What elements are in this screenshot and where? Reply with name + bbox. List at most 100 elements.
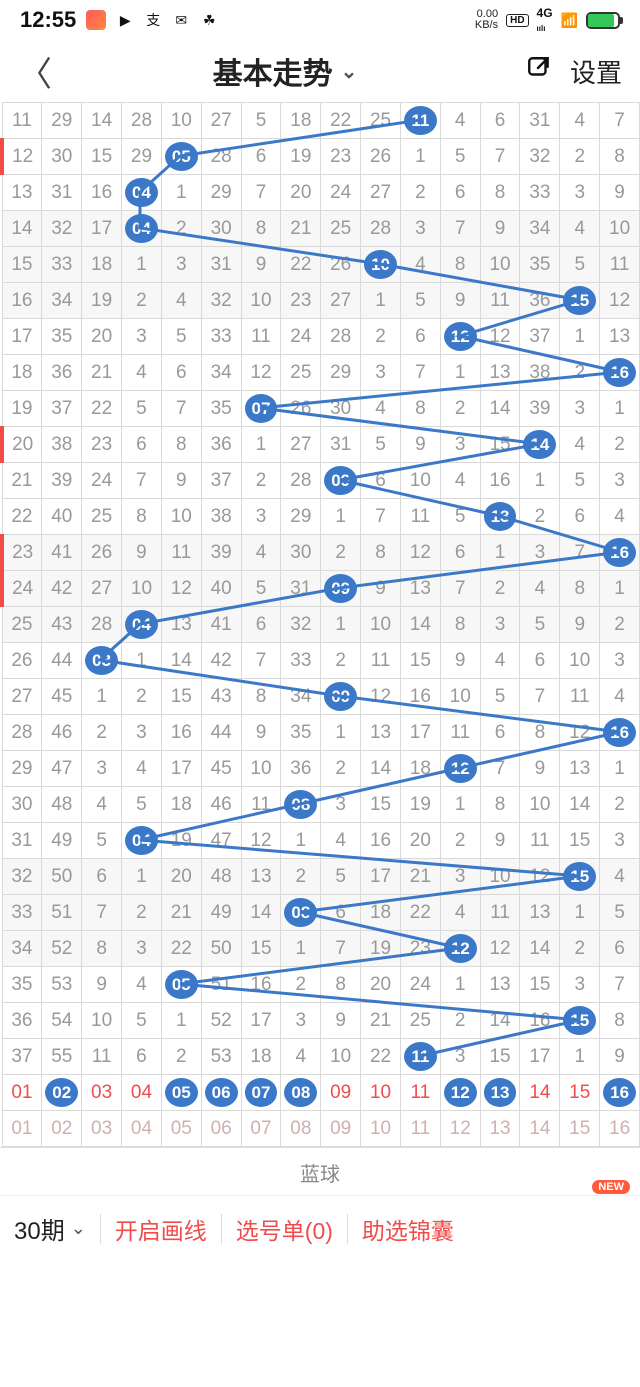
trend-cell: 12 — [161, 571, 201, 607]
trend-cell: 14 — [520, 931, 560, 967]
pick-list-button[interactable]: 选号单(0) — [236, 1212, 333, 1246]
trend-cell: 3 — [361, 355, 401, 391]
period-selector[interactable]: 30期 ⌄ — [14, 1211, 86, 1246]
trend-cell: 36 — [42, 355, 82, 391]
trend-cell: 6 — [361, 463, 401, 499]
trend-cell: 27 — [321, 283, 361, 319]
trend-cell: 14 — [161, 643, 201, 679]
page-title[interactable]: 基本走势 — [213, 49, 333, 93]
trend-cell: 16 — [520, 1003, 560, 1039]
table-row: 32506120481325172131012154 — [2, 859, 640, 895]
trend-cell: 10 — [161, 499, 201, 535]
blue-ball: 13 — [484, 1078, 517, 1107]
trend-cell: 2 — [321, 751, 361, 787]
chevron-down-icon[interactable]: ⌄ — [341, 59, 358, 84]
back-button[interactable]: 〈 — [18, 47, 52, 96]
trend-cell: 19 — [161, 823, 201, 859]
assist-button[interactable]: 助选锦囊 — [362, 1212, 454, 1246]
trend-cell: 27 — [82, 571, 122, 607]
table-row: 28462316449351131711681216 — [2, 715, 640, 751]
trend-cell: 10 — [520, 787, 560, 823]
summary-cell: 06 — [201, 1111, 241, 1147]
trend-cell: 4 — [560, 427, 600, 463]
trend-cell: 25 — [321, 211, 361, 247]
trend-cell: 2 — [122, 679, 162, 715]
trend-cell: 24 — [400, 967, 440, 1003]
trend-cell: 19 — [2, 391, 42, 427]
trend-cell: 2 — [560, 355, 600, 391]
trend-cell: 1 — [400, 139, 440, 175]
blue-ball: 16 — [603, 718, 636, 747]
summary-cell: 11 — [400, 1111, 440, 1147]
share-button[interactable] — [518, 55, 560, 88]
trend-cell: 1 — [440, 355, 480, 391]
trend-cell: 41 — [42, 535, 82, 571]
trend-cell: 2 — [361, 319, 401, 355]
trend-cell: 26 — [321, 247, 361, 283]
trend-cell: 9 — [122, 535, 162, 571]
trend-cell: 15 — [560, 283, 600, 319]
trend-cell: 47 — [201, 823, 241, 859]
trend-cell: 16 — [480, 463, 520, 499]
trend-cell: 53 — [201, 1039, 241, 1075]
table-row: 2442271012405310991372481 — [2, 571, 640, 607]
trend-cell: 31 — [2, 823, 42, 859]
blue-ball: 15 — [563, 862, 596, 891]
toggle-lines-button[interactable]: 开启画线 — [115, 1212, 207, 1246]
trend-cell: 19 — [281, 139, 321, 175]
summary-cell: 14 — [520, 1111, 560, 1147]
trend-cell: 8 — [600, 1003, 640, 1039]
summary-cell: 16 — [600, 1111, 640, 1147]
trend-cell: 16 — [600, 535, 640, 571]
trend-cell: 7 — [400, 355, 440, 391]
trend-cell: 1 — [82, 679, 122, 715]
table-row: 37551162531841022113151719 — [2, 1039, 640, 1075]
alipay-icon: 支 — [144, 11, 162, 29]
trend-cell: 24 — [2, 571, 42, 607]
trend-cell: 53 — [42, 967, 82, 1003]
trend-cell: 7 — [600, 103, 640, 139]
trend-cell: 3 — [161, 247, 201, 283]
trend-cell: 6 — [122, 1039, 162, 1075]
trend-cell: 5 — [600, 895, 640, 931]
trend-cell: 11 — [361, 643, 401, 679]
table-row: 163419243210232715911361512 — [2, 283, 640, 319]
trend-cell: 3 — [82, 751, 122, 787]
trend-cell: 24 — [82, 463, 122, 499]
trend-cell: 36 — [2, 1003, 42, 1039]
trend-cell: 2 — [600, 787, 640, 823]
trend-cell: 7 — [440, 211, 480, 247]
trend-cell: 12 — [2, 139, 42, 175]
trend-cell: 39 — [201, 535, 241, 571]
blue-ball: 08 — [284, 1078, 317, 1107]
trend-cell: 8 — [122, 499, 162, 535]
trend-cell: 15 — [560, 823, 600, 859]
summary-cell: 13 — [480, 1111, 520, 1147]
blue-ball: 16 — [603, 1078, 636, 1107]
trend-cell: 55 — [42, 1039, 82, 1075]
summary-cell: 09 — [321, 1111, 361, 1147]
trend-cell: 16 — [361, 823, 401, 859]
table-row: 3553940551162820241131537 — [2, 967, 640, 1003]
trend-cell: 18 — [161, 787, 201, 823]
table-row: 234126911394302812613716 — [2, 535, 640, 571]
blue-ball: 08 — [284, 790, 317, 819]
trend-cell: 23 — [321, 139, 361, 175]
trend-cell: 1 — [600, 571, 640, 607]
trend-cell: 3 — [122, 715, 162, 751]
settings-link[interactable]: 设置 — [570, 53, 622, 90]
trend-cell: 09 — [321, 679, 361, 715]
trend-cell: 15 — [560, 1003, 600, 1039]
table-row: 27451215438340912161057114 — [2, 679, 640, 715]
trend-cell: 10 — [361, 247, 401, 283]
leaf-icon: ☘ — [200, 11, 218, 29]
summary-cell: 13 — [480, 1075, 520, 1111]
battery-icon — [586, 12, 620, 29]
trend-cell: 6 — [241, 139, 281, 175]
trend-cell: 08 — [281, 895, 321, 931]
trend-cell: 32 — [520, 139, 560, 175]
trend-cell: 12 — [440, 931, 480, 967]
trend-cell: 1 — [321, 715, 361, 751]
trend-cell: 16 — [600, 355, 640, 391]
trend-cell: 2 — [321, 535, 361, 571]
